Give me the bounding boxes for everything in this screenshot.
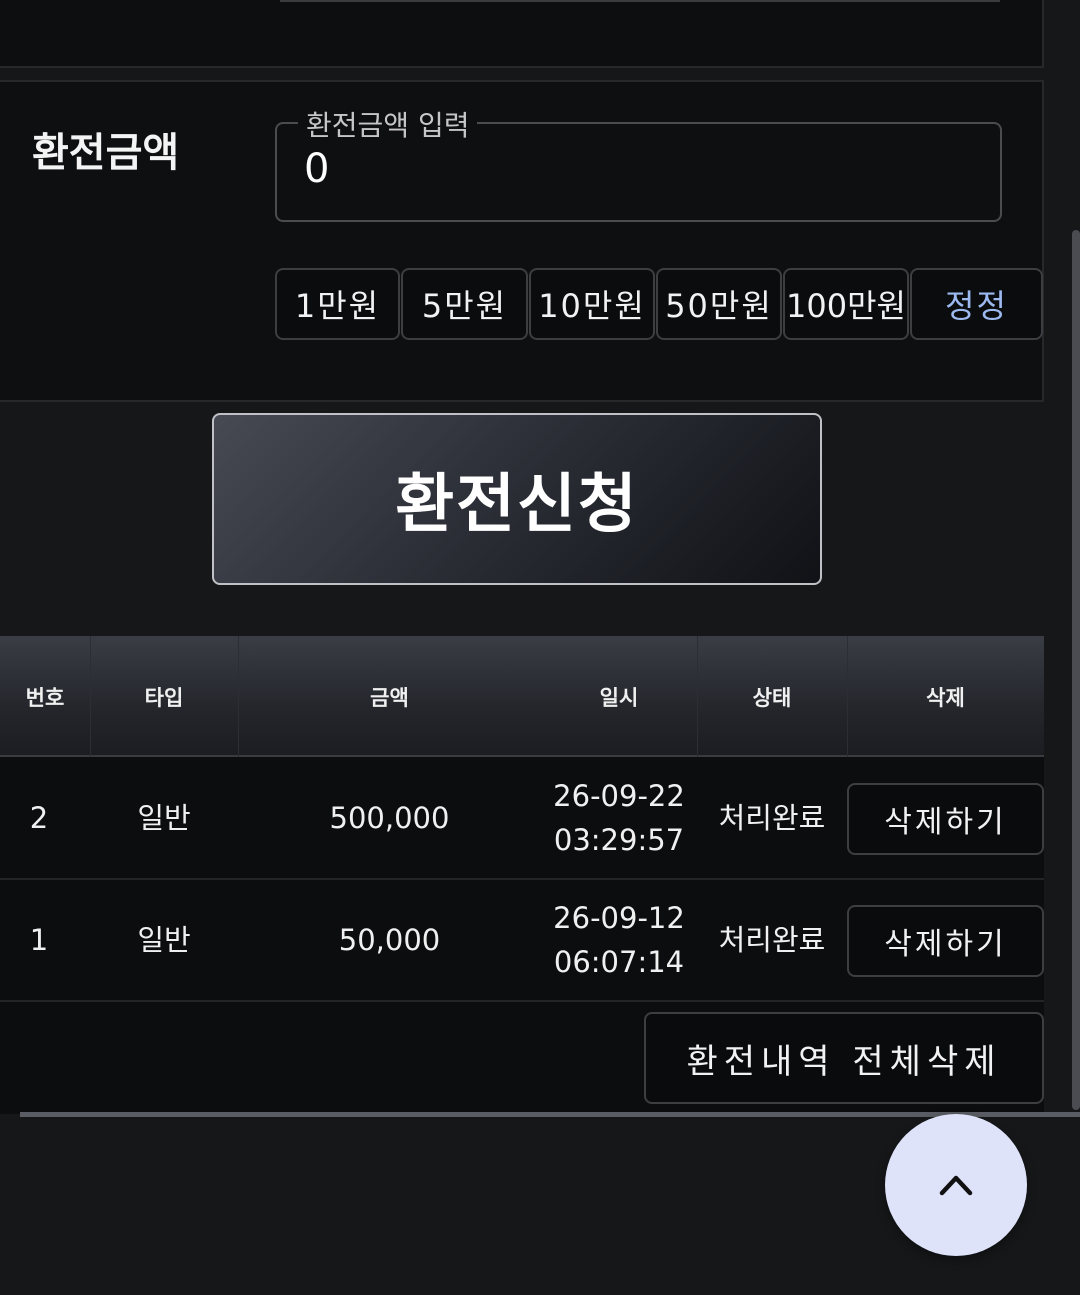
- scroll-to-top-button[interactable]: [885, 1114, 1027, 1256]
- amount-input-legend: 환전금액 입력: [298, 104, 478, 144]
- header-type: 타입: [144, 685, 184, 710]
- table-row: 1 일반 50,000 26-09-12 06:07:14 처리완료 삭제하기: [0, 880, 1044, 1002]
- reset-amount-button[interactable]: 정정: [910, 268, 1043, 340]
- header-datetime: 일시: [599, 685, 639, 710]
- row-status: 처리완료: [718, 923, 826, 957]
- quick-amount-500000-button[interactable]: 50만원: [656, 268, 782, 340]
- row-datetime: 26-09-12 06:07:14: [541, 880, 697, 1000]
- row-type: 일반: [137, 923, 191, 957]
- amount-input-value[interactable]: 0: [304, 146, 329, 192]
- row-delete-button[interactable]: 삭제하기: [847, 783, 1044, 855]
- row-number: 2: [29, 801, 49, 835]
- quick-amount-10000-button[interactable]: 1만원: [275, 268, 400, 340]
- row-delete-button[interactable]: 삭제하기: [847, 905, 1044, 977]
- row-amount: 500,000: [329, 801, 450, 835]
- quick-amount-50000-button[interactable]: 5만원: [401, 268, 528, 340]
- row-status: 처리완료: [718, 801, 826, 835]
- header-delete: 삭제: [926, 685, 965, 710]
- amount-label: 환전금액: [32, 130, 180, 176]
- top-panel: [0, 0, 1044, 68]
- header-number: 번호: [25, 685, 65, 710]
- row-type: 일반: [137, 801, 191, 835]
- table-header: 번호 타입 금액 일시 상태 삭제: [0, 636, 1044, 757]
- quick-amount-1000000-button[interactable]: 100만원: [783, 268, 909, 340]
- row-date: 26-09-22: [553, 779, 685, 813]
- top-input-edge: [280, 0, 1000, 2]
- header-status: 상태: [752, 685, 792, 710]
- row-amount: 50,000: [338, 923, 441, 957]
- row-time: 06:07:14: [553, 945, 685, 979]
- delete-all-history-button[interactable]: 환전내역 전체삭제: [644, 1012, 1044, 1104]
- chevron-up-icon: [939, 1175, 973, 1196]
- header-amount: 금액: [370, 685, 409, 710]
- submit-exchange-button[interactable]: 환전신청: [212, 413, 822, 585]
- exchange-page: 환전금액 환전금액 입력 0 1만원 5만원 10만원 50만원 100만원 정…: [0, 0, 1080, 1295]
- table-row: 2 일반 500,000 26-09-22 03:29:57 처리완료 삭제하기: [0, 758, 1044, 880]
- scrollbar[interactable]: [1072, 230, 1080, 1110]
- quick-amount-100000-button[interactable]: 10만원: [529, 268, 655, 340]
- row-number: 1: [29, 923, 49, 957]
- row-time: 03:29:57: [553, 823, 685, 857]
- row-date: 26-09-12: [553, 901, 685, 935]
- row-datetime: 26-09-22 03:29:57: [541, 758, 697, 878]
